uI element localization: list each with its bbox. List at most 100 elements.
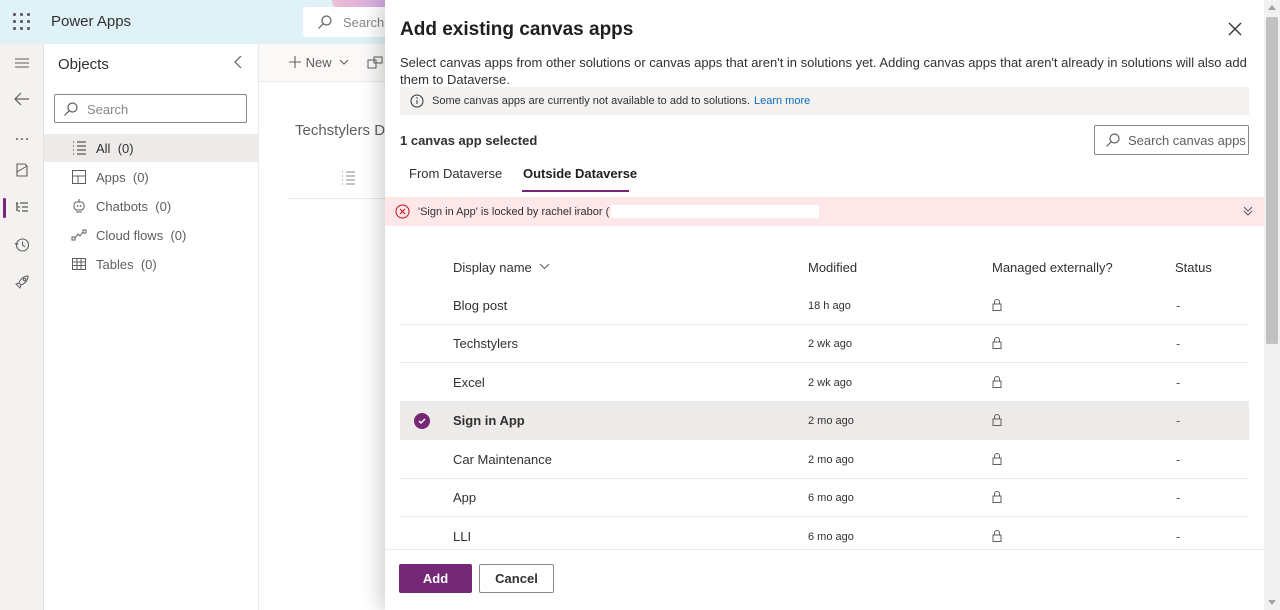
objects-item-apps[interactable]: Apps (0)	[44, 163, 259, 191]
column-managed-externally[interactable]: Managed externally?	[992, 260, 1113, 275]
column-display-name[interactable]: Display name	[453, 260, 550, 275]
column-display-name-label: Display name	[453, 260, 532, 275]
learn-more-link[interactable]: Learn more	[754, 95, 810, 107]
scroll-down-arrow[interactable]	[1268, 600, 1276, 605]
expand-chevron-icon[interactable]	[1242, 205, 1254, 217]
row-modified: 2 wk ago	[808, 338, 853, 350]
scrollbar-thumb[interactable]	[1266, 17, 1278, 344]
row-modified: 6 mo ago	[808, 492, 854, 504]
divider	[287, 198, 385, 199]
list-icon	[71, 140, 87, 156]
row-status: -	[1176, 529, 1181, 544]
table-icon	[71, 256, 87, 272]
row-display-name: Techstylers	[453, 336, 519, 351]
row-modified: 2 mo ago	[808, 454, 854, 466]
rocket-icon[interactable]	[12, 272, 32, 292]
left-rail	[0, 44, 44, 610]
new-button[interactable]: New	[288, 55, 349, 70]
table-row[interactable]: App 6 mo ago -	[400, 479, 1249, 517]
row-status: -	[1176, 375, 1181, 390]
active-tab-indicator	[522, 190, 629, 192]
info-message-text: Some canvas apps are currently not avail…	[432, 95, 750, 107]
info-message-bar: Some canvas apps are currently not avail…	[400, 87, 1249, 115]
row-status: -	[1176, 413, 1181, 428]
chevron-left-icon[interactable]	[232, 55, 246, 69]
table-row[interactable]: Sign in App 2 mo ago -	[400, 402, 1249, 440]
tab-from-dataverse[interactable]: From Dataverse	[409, 166, 502, 181]
apps-icon	[71, 169, 87, 185]
lock-icon	[991, 490, 1003, 507]
panel-title: Add existing canvas apps	[400, 19, 634, 40]
chatbot-icon	[71, 198, 87, 214]
close-icon[interactable]	[1227, 21, 1243, 37]
objects-item-tables[interactable]: Tables (0)	[44, 250, 259, 278]
objects-item-label: Chatbots	[96, 198, 149, 214]
lock-icon	[991, 413, 1003, 430]
objects-item-count: (0)	[117, 140, 134, 156]
active-indicator	[3, 198, 6, 218]
list-view-icon[interactable]	[340, 170, 356, 186]
error-message-text: 'Sign in App' is locked by rachel irabor…	[418, 205, 610, 218]
menu-icon[interactable]	[12, 53, 32, 73]
row-modified: 18 h ago	[808, 300, 851, 312]
objects-item-cloud-flows[interactable]: Cloud flows (0)	[44, 221, 259, 249]
row-display-name: App	[453, 490, 477, 505]
tab-outside-dataverse[interactable]: Outside Dataverse	[523, 166, 637, 181]
search-canvas-apps-input[interactable]: Search canvas apps	[1094, 125, 1249, 155]
add-button[interactable]: Add	[399, 564, 472, 593]
panel-footer: Add Cancel	[385, 549, 1264, 610]
objects-item-label: Apps	[96, 169, 126, 185]
add-canvas-apps-panel: Add existing canvas apps Select canvas a…	[385, 0, 1264, 610]
chevron-down-icon	[540, 263, 550, 270]
page-scrollbar[interactable]	[1264, 0, 1280, 610]
lock-icon	[991, 529, 1003, 546]
table-row[interactable]: Blog post 18 h ago -	[400, 287, 1249, 325]
objects-item-all[interactable]: All (0)	[44, 134, 259, 162]
column-status[interactable]: Status	[1175, 260, 1212, 275]
objects-item-label: Tables	[96, 256, 134, 272]
table-row[interactable]: Car Maintenance 2 mo ago -	[400, 441, 1249, 479]
chevron-down-icon	[339, 59, 349, 65]
flow-icon	[71, 227, 87, 243]
search-icon	[318, 15, 332, 29]
global-search-input[interactable]: Search	[303, 7, 393, 37]
row-display-name: LLI	[453, 529, 472, 544]
objects-item-label: All	[96, 140, 111, 156]
info-icon	[410, 94, 424, 108]
objects-title: Objects	[58, 56, 109, 73]
objects-item-label: Cloud flows	[96, 227, 164, 243]
row-display-name: Sign in App	[453, 413, 525, 428]
tree-view-icon[interactable]	[12, 198, 32, 218]
solution-title: Techstylers D	[295, 122, 386, 139]
objects-search-input[interactable]: Search	[54, 94, 247, 123]
objects-item-count: (0)	[170, 227, 187, 243]
history-icon[interactable]	[12, 235, 32, 255]
objects-item-count: (0)	[140, 256, 157, 272]
column-modified[interactable]: Modified	[808, 260, 857, 275]
book-icon[interactable]	[12, 160, 32, 180]
row-status: -	[1176, 452, 1181, 467]
error-icon	[395, 204, 410, 219]
brand-title[interactable]: Power Apps	[51, 13, 131, 30]
row-status: -	[1176, 336, 1181, 351]
back-arrow-icon[interactable]	[12, 89, 32, 109]
table-row[interactable]: Excel 2 wk ago -	[400, 364, 1249, 402]
objects-item-count: (0)	[155, 198, 172, 214]
table-row[interactable]: Techstylers 2 wk ago -	[400, 325, 1249, 363]
more-icon[interactable]	[12, 127, 32, 147]
cancel-button[interactable]: Cancel	[479, 564, 554, 593]
checkmark-icon[interactable]	[414, 413, 430, 429]
objects-item-chatbots[interactable]: Chatbots (0)	[44, 192, 259, 220]
grid-header: Display name Modified Managed externally…	[400, 252, 1249, 282]
panel-description: Select canvas apps from other solutions …	[400, 55, 1247, 87]
scroll-up-arrow[interactable]	[1268, 5, 1276, 10]
error-message-bar: 'Sign in App' is locked by rachel irabor…	[385, 197, 1264, 226]
new-button-label: New	[305, 55, 332, 70]
add-existing-icon[interactable]	[367, 56, 383, 72]
row-modified: 6 mo ago	[808, 531, 854, 543]
row-modified: 2 wk ago	[808, 377, 853, 389]
global-search-placeholder: Search	[343, 15, 385, 30]
app-launcher-icon[interactable]	[12, 12, 32, 32]
plus-icon	[289, 56, 301, 68]
search-icon	[64, 102, 78, 116]
